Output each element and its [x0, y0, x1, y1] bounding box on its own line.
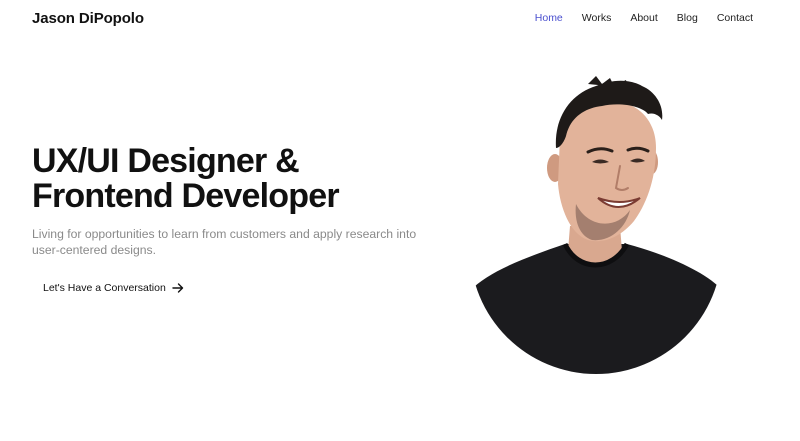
nav-link-works[interactable]: Works	[582, 12, 612, 24]
hero-headline-line1: UX/UI Designer &	[32, 142, 300, 180]
arrow-right-icon	[172, 283, 184, 293]
cta-label: Let's Have a Conversation	[43, 282, 166, 294]
profile-portrait	[470, 76, 722, 374]
site-logo[interactable]: Jason DiPopolo	[32, 10, 144, 27]
nav-link-contact[interactable]: Contact	[717, 12, 753, 24]
main-nav: Home Works About Blog Contact	[535, 12, 753, 24]
nav-link-about[interactable]: About	[630, 12, 657, 24]
hero-section: UX/UI Designer & Frontend Developer Livi…	[32, 144, 452, 258]
hero-subtitle: Living for opportunities to learn from c…	[32, 227, 417, 257]
conversation-cta-link[interactable]: Let's Have a Conversation	[43, 282, 184, 294]
hero-headline-line2: Frontend Developer	[32, 177, 340, 215]
hero-headline: UX/UI Designer & Frontend Developer	[32, 144, 452, 214]
nav-link-blog[interactable]: Blog	[677, 12, 698, 24]
nav-link-home[interactable]: Home	[535, 12, 563, 24]
site-header: Jason DiPopolo Home Works About Blog Con…	[0, 0, 800, 38]
